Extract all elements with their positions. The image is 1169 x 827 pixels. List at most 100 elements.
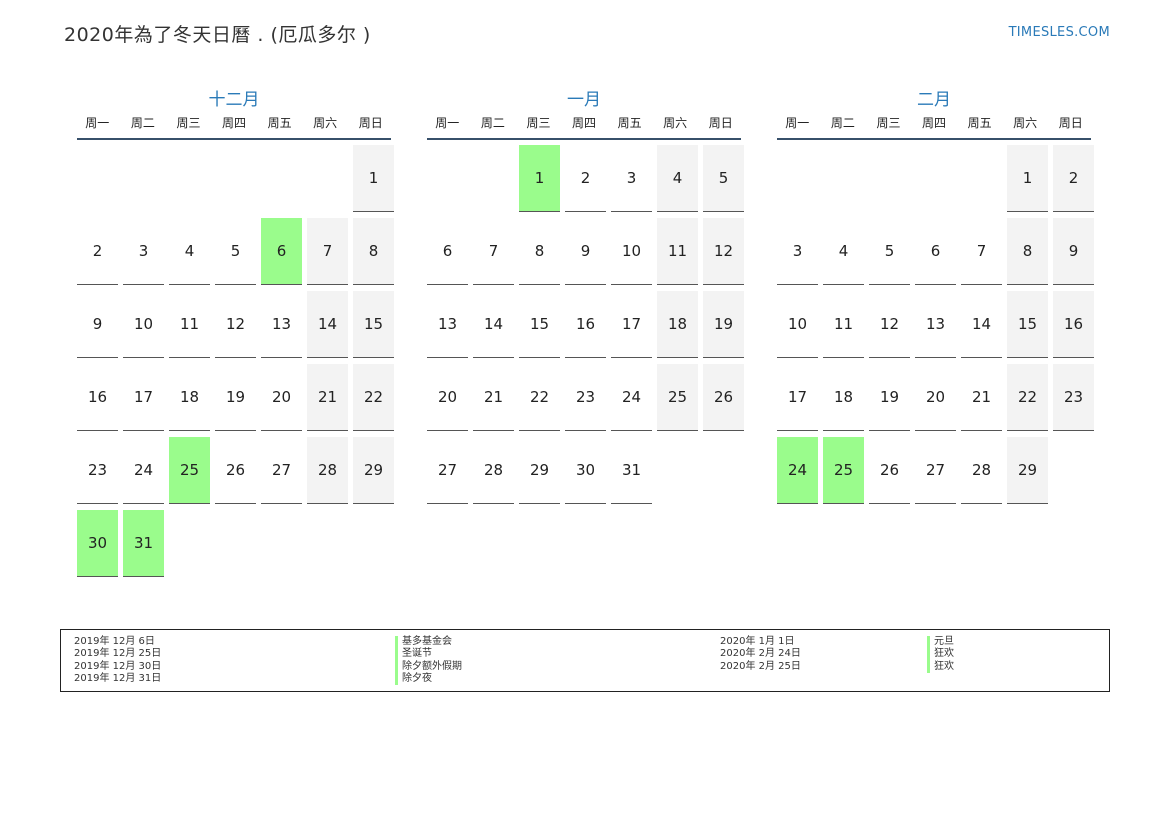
day-cell[interactable]: 30 — [565, 437, 606, 504]
day-cell[interactable]: 16 — [565, 291, 606, 358]
weekday-header: 周一 周二 周三 周四 周五 周六 周日 — [427, 107, 741, 140]
day-cell[interactable]: 1 — [353, 145, 394, 212]
day-cell[interactable]: 4 — [169, 218, 210, 285]
weekday-header: 周一 周二 周三 周四 周五 周六 周日 — [777, 107, 1091, 140]
day-cell[interactable]: 22 — [519, 364, 560, 431]
day-cell[interactable]: 15 — [1007, 291, 1048, 358]
day-cell[interactable]: 8 — [353, 218, 394, 285]
day-cell[interactable]: 13 — [261, 291, 302, 358]
day-cell[interactable]: 11 — [823, 291, 864, 358]
day-cell[interactable]: 25 — [169, 437, 210, 504]
day-cell[interactable]: 21 — [307, 364, 348, 431]
day-cell[interactable]: 29 — [519, 437, 560, 504]
day-cell[interactable]: 31 — [123, 510, 164, 577]
day-cell[interactable]: 3 — [123, 218, 164, 285]
day-cell[interactable]: 19 — [869, 364, 910, 431]
day-cell[interactable]: 25 — [657, 364, 698, 431]
day-cell[interactable]: 18 — [169, 364, 210, 431]
day-cell[interactable]: 5 — [703, 145, 744, 212]
day-cell[interactable]: 24 — [611, 364, 652, 431]
day-cell[interactable]: 12 — [869, 291, 910, 358]
day-cell[interactable]: 10 — [777, 291, 818, 358]
day-cell[interactable]: 14 — [473, 291, 514, 358]
legend-date: 2020年 2月 24日 — [720, 648, 801, 660]
day-cell[interactable]: 11 — [657, 218, 698, 285]
day-cell[interactable]: 17 — [611, 291, 652, 358]
day-cell[interactable]: 9 — [565, 218, 606, 285]
day-cell[interactable]: 21 — [961, 364, 1002, 431]
day-cell[interactable]: 29 — [1007, 437, 1048, 504]
day-cell[interactable]: 22 — [353, 364, 394, 431]
weekday-label: 周一 — [85, 116, 110, 130]
day-cell[interactable]: 19 — [703, 291, 744, 358]
day-cell[interactable]: 7 — [473, 218, 514, 285]
day-cell[interactable]: 28 — [307, 437, 348, 504]
day-cell[interactable]: 16 — [77, 364, 118, 431]
day-cell[interactable]: 5 — [869, 218, 910, 285]
day-cell[interactable]: 17 — [123, 364, 164, 431]
day-cell[interactable]: 10 — [611, 218, 652, 285]
day-cell[interactable]: 20 — [427, 364, 468, 431]
day-cell[interactable]: 20 — [915, 364, 956, 431]
day-cell[interactable]: 12 — [703, 218, 744, 285]
day-cell[interactable]: 13 — [427, 291, 468, 358]
day-cell[interactable]: 9 — [77, 291, 118, 358]
day-cell[interactable]: 27 — [427, 437, 468, 504]
day-cell[interactable]: 11 — [169, 291, 210, 358]
day-cell[interactable]: 6 — [915, 218, 956, 285]
day-cell[interactable]: 26 — [215, 437, 256, 504]
day-cell[interactable]: 26 — [703, 364, 744, 431]
day-cell[interactable]: 26 — [869, 437, 910, 504]
day-cell[interactable]: 18 — [823, 364, 864, 431]
day-cell[interactable]: 22 — [1007, 364, 1048, 431]
day-cell[interactable]: 3 — [611, 145, 652, 212]
day-cell[interactable]: 6 — [427, 218, 468, 285]
day-cell[interactable]: 24 — [123, 437, 164, 504]
day-cell[interactable]: 1 — [1007, 145, 1048, 212]
day-cell[interactable]: 27 — [915, 437, 956, 504]
day-cell[interactable]: 24 — [777, 437, 818, 504]
day-cell[interactable]: 23 — [1053, 364, 1094, 431]
holiday-legend: 2019年 12月 6日 2019年 12月 25日 2019年 12月 30日… — [60, 629, 1110, 692]
day-cell[interactable]: 12 — [215, 291, 256, 358]
day-cell[interactable]: 10 — [123, 291, 164, 358]
day-cell[interactable]: 18 — [657, 291, 698, 358]
day-cell[interactable]: 23 — [565, 364, 606, 431]
day-cell[interactable]: 16 — [1053, 291, 1094, 358]
day-cell[interactable]: 28 — [961, 437, 1002, 504]
legend-holiday-name: 狂欢 — [927, 648, 954, 661]
day-cell[interactable]: 27 — [261, 437, 302, 504]
day-cell[interactable]: 2 — [565, 145, 606, 212]
weekday-label: 周五 — [617, 116, 642, 130]
day-cell[interactable]: 2 — [1053, 145, 1094, 212]
day-cell[interactable]: 4 — [823, 218, 864, 285]
day-cell[interactable]: 28 — [473, 437, 514, 504]
day-cell[interactable]: 25 — [823, 437, 864, 504]
day-cell[interactable]: 14 — [307, 291, 348, 358]
day-cell[interactable]: 14 — [961, 291, 1002, 358]
day-cell[interactable]: 2 — [77, 218, 118, 285]
day-cell[interactable]: 13 — [915, 291, 956, 358]
legend-date: 2019年 12月 25日 — [74, 648, 162, 660]
day-cell[interactable]: 7 — [307, 218, 348, 285]
day-cell[interactable]: 8 — [1007, 218, 1048, 285]
day-cell[interactable]: 9 — [1053, 218, 1094, 285]
day-cell[interactable]: 1 — [519, 145, 560, 212]
day-cell[interactable]: 5 — [215, 218, 256, 285]
day-cell[interactable]: 29 — [353, 437, 394, 504]
day-cell[interactable]: 23 — [77, 437, 118, 504]
day-cell[interactable]: 15 — [519, 291, 560, 358]
day-cell[interactable]: 21 — [473, 364, 514, 431]
day-cell[interactable]: 19 — [215, 364, 256, 431]
site-link[interactable]: TIMESLES.COM — [1009, 25, 1110, 40]
day-cell[interactable]: 7 — [961, 218, 1002, 285]
day-cell[interactable]: 30 — [77, 510, 118, 577]
day-cell[interactable]: 6 — [261, 218, 302, 285]
day-cell[interactable]: 3 — [777, 218, 818, 285]
day-cell[interactable]: 4 — [657, 145, 698, 212]
day-cell[interactable]: 20 — [261, 364, 302, 431]
day-cell[interactable]: 17 — [777, 364, 818, 431]
day-cell[interactable]: 15 — [353, 291, 394, 358]
day-cell[interactable]: 8 — [519, 218, 560, 285]
day-cell[interactable]: 31 — [611, 437, 652, 504]
